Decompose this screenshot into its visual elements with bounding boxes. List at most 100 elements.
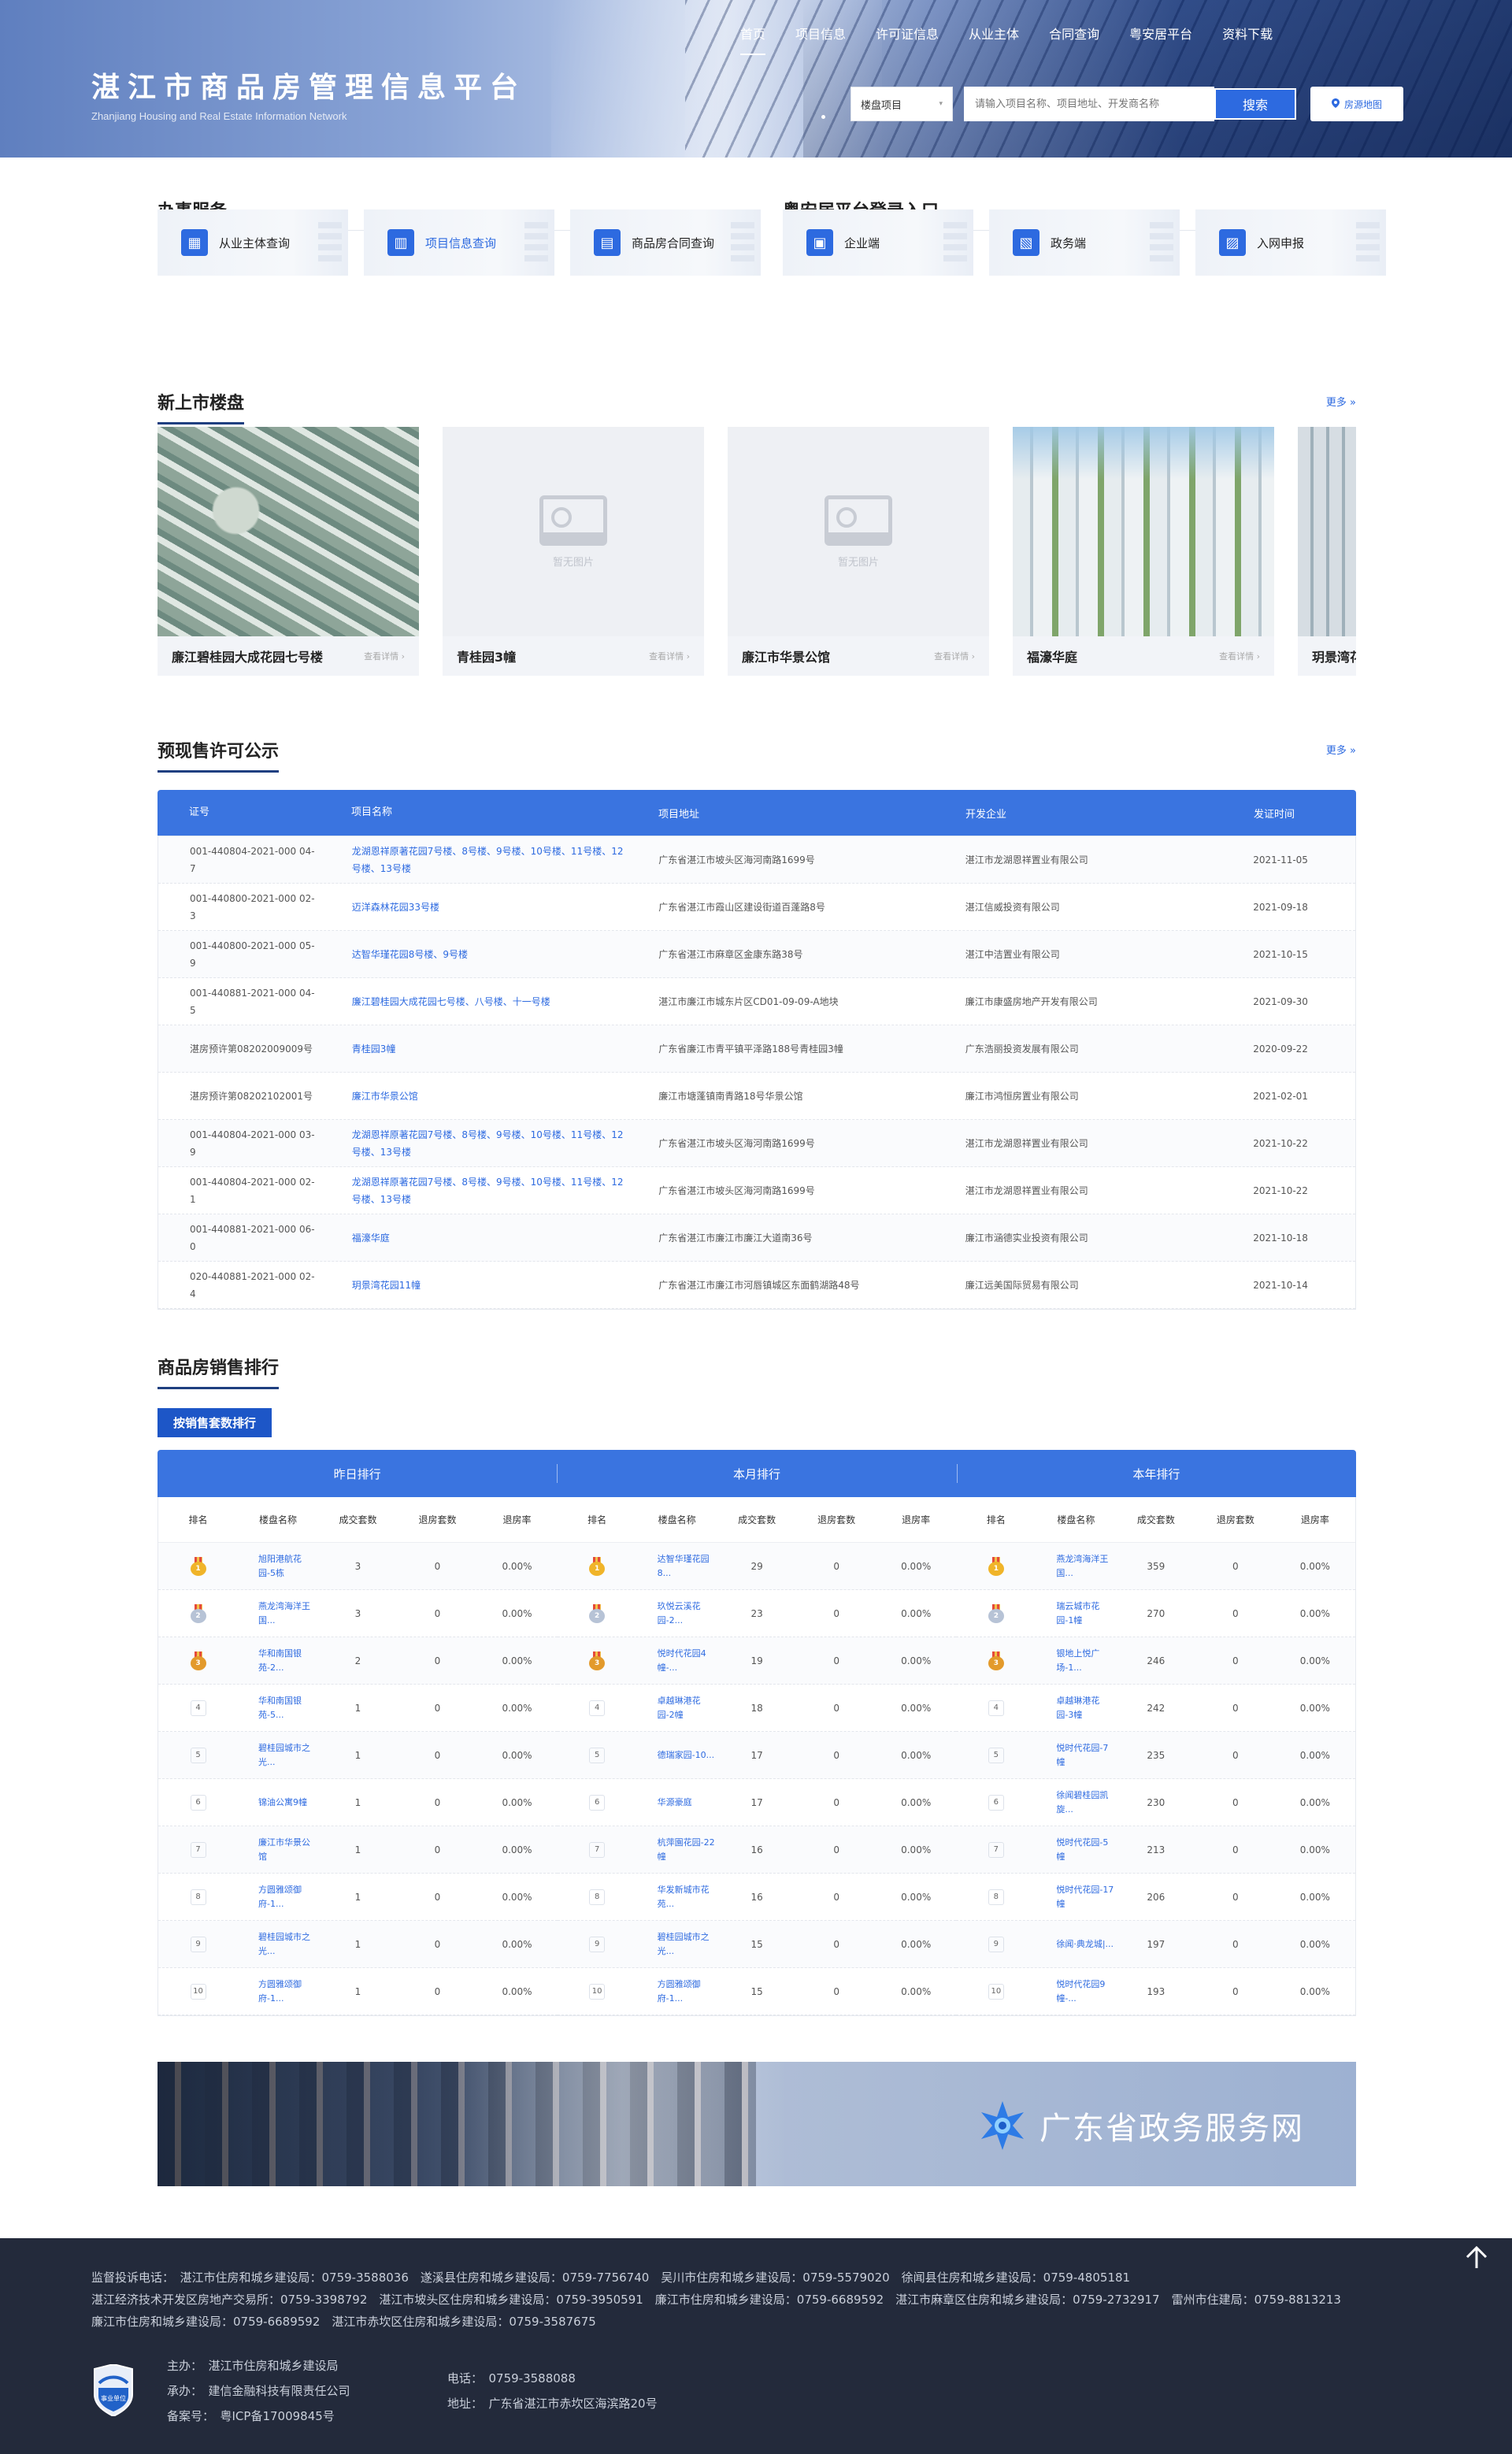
view-detail-link[interactable]: 查看详情 › <box>649 650 690 662</box>
ranking-row[interactable]: 7 悦时代花园-5幢 213 0 0.00% <box>956 1826 1356 1874</box>
service-project-query[interactable]: ▥ 项目信息查询 <box>364 209 554 276</box>
back-to-top-icon[interactable] <box>1460 2241 1493 2274</box>
login-government[interactable]: ▧ 政务端 <box>989 209 1180 276</box>
project-name-cell[interactable]: 燕龙湾海洋王国... <box>238 1600 318 1628</box>
project-name-cell[interactable]: 燕龙湾海洋王国... <box>1036 1552 1116 1581</box>
project-name-cell[interactable]: 方圆雅颂御府-1... <box>637 1978 717 2006</box>
project-name-cell[interactable]: 龙湖恩祥原著花园7号楼、8号楼、9号楼、10号楼、11号楼、12号楼、13号楼 <box>319 1173 625 1208</box>
listing-card[interactable]: 福濠华庭 查看详情 › <box>1013 427 1274 676</box>
project-name-cell[interactable]: 玖悦云溪花园-2... <box>637 1600 717 1628</box>
login-enterprise[interactable]: ▣ 企业端 <box>783 209 973 276</box>
table-row[interactable]: 020-440881-2021-000 02-4 玥景湾花园11幢 广东省湛江市廉江… <box>158 1262 1355 1309</box>
ranking-row[interactable]: 6 徐闻碧桂园凯旋... 230 0 0.00% <box>956 1779 1356 1826</box>
view-detail-link[interactable]: 查看详情 › <box>934 650 975 662</box>
view-detail-link[interactable]: 查看详情 › <box>364 650 405 662</box>
project-name-cell[interactable]: 卓越琳港花园-2幢 <box>637 1694 717 1722</box>
ranking-row[interactable]: 2 燕龙湾海洋王国... 3 0 0.00% <box>158 1590 558 1637</box>
nav-item-yueanju[interactable]: 粤安居平台 <box>1129 24 1192 55</box>
tab-daily[interactable]: 昨日排行 <box>158 1450 557 1497</box>
project-name-cell[interactable]: 碧桂园城市之光... <box>238 1930 318 1959</box>
tab-monthly[interactable]: 本月排行 <box>557 1450 956 1497</box>
nav-item-permits[interactable]: 许可证信息 <box>876 24 939 55</box>
listing-card[interactable]: 玥景湾花园查看详情 › <box>1298 427 1356 676</box>
project-name-cell[interactable]: 达智华瑾花园8... <box>637 1552 717 1581</box>
project-name-cell[interactable]: 悦时代花园4幢-... <box>637 1647 717 1675</box>
ranking-row[interactable]: 3 华和南国银苑-2... 2 0 0.00% <box>158 1637 558 1685</box>
table-row[interactable]: 001-440804-2021-000 02-1 龙湖恩祥原著花园7号楼、8号楼、… <box>158 1167 1355 1214</box>
nav-item-entities[interactable]: 从业主体 <box>969 24 1019 55</box>
ranking-row[interactable]: 10 方圆雅颂御府-1... 15 0 0.00% <box>557 1968 957 2015</box>
ranking-row[interactable]: 3 悦时代花园4幢-... 19 0 0.00% <box>557 1637 957 1685</box>
project-name-cell[interactable]: 卓越琳港花园-3幢 <box>1036 1694 1116 1722</box>
ranking-row[interactable]: 7 杭萍園花园-22幢 16 0 0.00% <box>557 1826 957 1874</box>
table-row[interactable]: 001-440800-2021-000 05-9 达智华瑾花园8号楼、9号楼 广东省… <box>158 931 1355 978</box>
project-name-cell[interactable]: 华源豪庭 <box>637 1796 717 1810</box>
ranking-row[interactable]: 1 达智华瑾花园8... 29 0 0.00% <box>557 1543 957 1590</box>
search-input[interactable] <box>964 87 1214 121</box>
ranking-row[interactable]: 1 燕龙湾海洋王国... 359 0 0.00% <box>956 1543 1356 1590</box>
project-name-cell[interactable]: 福濠华庭 <box>319 1229 625 1247</box>
ranking-row[interactable]: 4 卓越琳港花园-3幢 242 0 0.00% <box>956 1685 1356 1732</box>
more-link[interactable]: 更多 » <box>1326 742 1356 757</box>
table-row[interactable]: 湛房预许第08202102001号 廉江市华景公馆 廉江市塘蓬镇南青路18号华景公馆… <box>158 1073 1355 1120</box>
ranking-row[interactable]: 10 悦时代花园9幢-... 193 0 0.00% <box>956 1968 1356 2015</box>
ranking-row[interactable]: 1 旭阳港航花园-5栋 3 0 0.00% <box>158 1543 558 1590</box>
ranking-row[interactable]: 8 悦时代花园-17幢 206 0 0.00% <box>956 1874 1356 1921</box>
ranking-row[interactable]: 9 徐闻·典龙城|... 197 0 0.00% <box>956 1921 1356 1968</box>
project-name-cell[interactable]: 龙湖恩祥原著花园7号楼、8号楼、9号楼、10号楼、11号楼、12号楼、13号楼 <box>319 1126 625 1161</box>
project-name-cell[interactable]: 碧桂园城市之光... <box>238 1741 318 1770</box>
project-name-cell[interactable]: 徐闻碧桂园凯旋... <box>1036 1789 1116 1817</box>
project-name-cell[interactable]: 玥景湾花园11幢 <box>319 1277 625 1294</box>
ranking-row[interactable]: 10 方圆雅颂御府-1... 1 0 0.00% <box>158 1968 558 2015</box>
ranking-row[interactable]: 8 方圆雅颂御府-1... 1 0 0.00% <box>158 1874 558 1921</box>
project-name-cell[interactable]: 碧桂园城市之光... <box>637 1930 717 1959</box>
project-name-cell[interactable]: 银地上悦广场-1... <box>1036 1647 1116 1675</box>
project-name-cell[interactable]: 迈洋森林花园33号楼 <box>319 899 625 916</box>
tab-yearly[interactable]: 本年排行 <box>956 1450 1356 1497</box>
table-row[interactable]: 001-440881-2021-000 04-5 廉江碧桂园大成花园七号楼、八号楼… <box>158 978 1355 1025</box>
project-name-cell[interactable]: 徐闻·典龙城|... <box>1036 1937 1116 1952</box>
table-row[interactable]: 001-440804-2021-000 03-9 龙湖恩祥原著花园7号楼、8号楼、… <box>158 1120 1355 1167</box>
project-name-cell[interactable]: 华和南国银苑-2... <box>238 1647 318 1675</box>
view-detail-link[interactable]: 查看详情 › <box>1219 650 1260 662</box>
ranking-row[interactable]: 5 碧桂园城市之光... 1 0 0.00% <box>158 1732 558 1779</box>
project-name-cell[interactable]: 悦时代花园-5幢 <box>1036 1836 1116 1864</box>
project-name-cell[interactable]: 华发新城市花苑... <box>637 1883 717 1911</box>
project-name-cell[interactable]: 德瑞家园-10... <box>637 1748 717 1763</box>
ranking-row[interactable]: 6 华源豪庭 17 0 0.00% <box>557 1779 957 1826</box>
project-name-cell[interactable]: 华和南国银苑-5... <box>238 1694 318 1722</box>
ranking-row[interactable]: 9 碧桂园城市之光... 1 0 0.00% <box>158 1921 558 1968</box>
table-row[interactable]: 001-440881-2021-000 06-0 福濠华庭 广东省湛江市廉江市廉江大… <box>158 1214 1355 1262</box>
ranking-row[interactable]: 6 锦油公寓9幢 1 0 0.00% <box>158 1779 558 1826</box>
project-name-cell[interactable]: 达智华瑾花园8号楼、9号楼 <box>319 946 625 963</box>
project-name-cell[interactable]: 廉江市华景公馆 <box>319 1088 625 1105</box>
ranking-row[interactable]: 7 廉江市华景公馆 1 0 0.00% <box>158 1826 558 1874</box>
project-name-cell[interactable]: 悦时代花园-17幢 <box>1036 1883 1116 1911</box>
ranking-row[interactable]: 2 瑞云城市花园-1幢 270 0 0.00% <box>956 1590 1356 1637</box>
listing-card[interactable]: 廉江碧桂园大成花园七号楼 查看详情 › <box>158 427 419 676</box>
search-type-select[interactable]: 楼盘项目 ▾ <box>850 87 953 121</box>
project-name-cell[interactable]: 悦时代花园-7幢 <box>1036 1741 1116 1770</box>
ranking-row[interactable]: 3 银地上悦广场-1... 246 0 0.00% <box>956 1637 1356 1685</box>
ranking-row[interactable]: 5 悦时代花园-7幢 235 0 0.00% <box>956 1732 1356 1779</box>
public-institution-badge-icon[interactable]: 事业单位 <box>91 2363 135 2418</box>
project-name-cell[interactable]: 廉江碧桂园大成花园七号楼、八号楼、十一号楼 <box>319 993 625 1010</box>
table-row[interactable]: 湛房预许第08202009009号 青桂园3幢 广东省廉江市青平镇平泽路188号青桂… <box>158 1025 1355 1073</box>
ranking-row[interactable]: 9 碧桂园城市之光... 15 0 0.00% <box>557 1921 957 1968</box>
nav-item-projects[interactable]: 项目信息 <box>795 24 846 55</box>
nav-item-downloads[interactable]: 资料下载 <box>1222 24 1273 55</box>
ranking-row[interactable]: 5 德瑞家园-10... 17 0 0.00% <box>557 1732 957 1779</box>
tab-by-sales-count[interactable]: 按销售套数排行 <box>158 1408 272 1437</box>
login-network-report[interactable]: ▨ 入网申报 <box>1195 209 1386 276</box>
table-row[interactable]: 001-440804-2021-000 04-7 龙湖恩祥原著花园7号楼、8号楼、… <box>158 836 1355 884</box>
project-name-cell[interactable]: 龙湖恩祥原著花园7号楼、8号楼、9号楼、10号楼、11号楼、12号楼、13号楼 <box>319 843 625 877</box>
ranking-row[interactable]: 8 华发新城市花苑... 16 0 0.00% <box>557 1874 957 1921</box>
service-contract-query[interactable]: ▤ 商品房合同查询 <box>570 209 761 276</box>
listing-card[interactable]: 暂无图片 青桂园3幢 查看详情 › <box>443 427 704 676</box>
search-button[interactable]: 搜索 <box>1214 88 1296 120</box>
house-map-button[interactable]: 房源地图 <box>1310 87 1403 121</box>
project-name-cell[interactable]: 锦油公寓9幢 <box>238 1796 318 1810</box>
footer-icp[interactable]: 备案号： 粤ICP备17009845号 <box>167 2404 439 2429</box>
gov-service-banner[interactable]: 广东省政务服务网 <box>158 2062 1356 2186</box>
project-name-cell[interactable]: 廉江市华景公馆 <box>238 1836 318 1864</box>
